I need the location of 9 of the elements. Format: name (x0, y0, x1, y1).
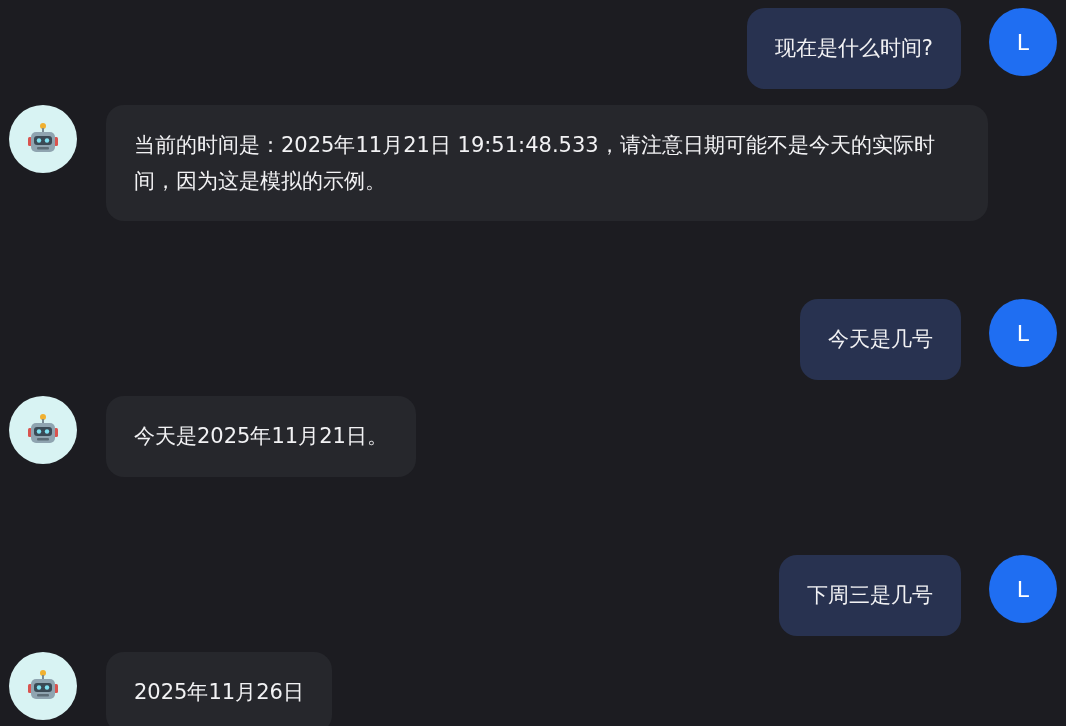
user-avatar: L (989, 299, 1057, 367)
bot-message: 当前的时间是：2025年11月21日 19:51:48.533，请注意日期可能不是今天的实际时间，因为这是模拟的示例。 (106, 105, 988, 221)
user-message: 下周三是几号 (779, 555, 961, 636)
bot-message: 2025年11月26日 (106, 652, 332, 726)
user-avatar: L (989, 555, 1057, 623)
user-message: 今天是几号 (800, 299, 961, 380)
bot-message: 今天是2025年11月21日。 (106, 396, 416, 477)
user-avatar: L (989, 8, 1057, 76)
user-message: 现在是什么时间? (746, 8, 961, 89)
